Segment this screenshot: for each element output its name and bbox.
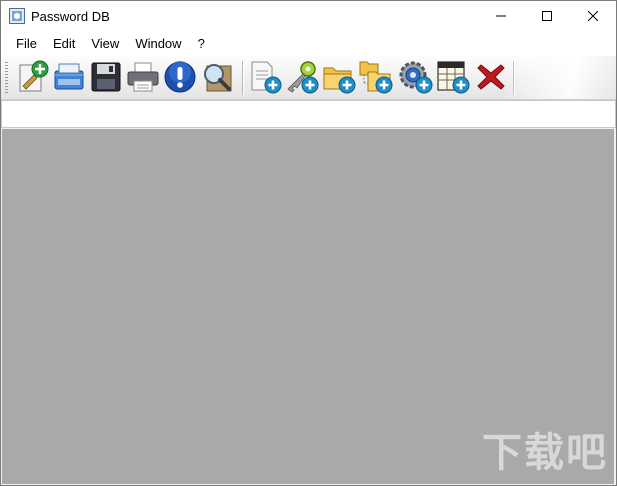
menu-help[interactable]: ? <box>190 31 213 56</box>
new-database-icon <box>19 60 49 92</box>
title-bar[interactable]: Password DB <box>1 1 616 31</box>
add-table-icon <box>437 61 470 94</box>
open-database-button[interactable] <box>51 59 87 95</box>
save-icon <box>91 62 121 92</box>
toolbar <box>1 56 616 100</box>
open-database-icon <box>54 63 84 90</box>
info-icon <box>164 61 196 93</box>
toolbar-gloss <box>506 56 616 99</box>
menu-bar: File Edit View Window ? <box>1 31 616 56</box>
minimize-icon <box>496 15 506 17</box>
save-button[interactable] <box>88 59 124 95</box>
database-app-icon <box>9 8 25 24</box>
add-entry-button[interactable] <box>247 59 283 95</box>
mdi-workspace[interactable]: 下载吧 <box>2 129 614 484</box>
add-settings-icon <box>399 61 433 94</box>
add-key-button[interactable] <box>284 59 320 95</box>
print-button[interactable] <box>125 59 161 95</box>
path-bar[interactable] <box>1 100 616 128</box>
delete-button[interactable] <box>473 59 509 95</box>
toolbar-grip[interactable] <box>5 62 8 94</box>
toolbar-separator <box>242 61 243 95</box>
menu-window[interactable]: Window <box>127 31 189 56</box>
app-window: Password DB File Edit View Window ? 下载吧 <box>0 0 617 486</box>
new-database-button[interactable] <box>14 59 50 95</box>
add-folder-icon <box>323 67 356 94</box>
add-table-button[interactable] <box>435 59 471 95</box>
add-subfolder-button[interactable] <box>358 59 394 95</box>
window-title: Password DB <box>31 8 110 24</box>
maximize-button[interactable] <box>524 1 570 31</box>
add-subfolder-icon <box>359 61 393 94</box>
add-settings-button[interactable] <box>398 59 434 95</box>
add-key-icon <box>287 61 319 94</box>
close-button[interactable] <box>570 1 616 31</box>
add-entry-icon <box>251 61 282 94</box>
add-folder-button[interactable] <box>321 59 357 95</box>
menu-edit[interactable]: Edit <box>45 31 83 56</box>
search-button[interactable] <box>199 59 235 95</box>
search-icon <box>204 64 232 92</box>
maximize-icon <box>542 11 552 21</box>
delete-icon <box>477 64 505 90</box>
print-icon <box>127 62 159 92</box>
minimize-button[interactable] <box>478 1 524 31</box>
close-icon <box>588 11 598 21</box>
watermark: 下载吧 <box>482 430 608 476</box>
info-button[interactable] <box>162 59 198 95</box>
menu-file[interactable]: File <box>8 31 45 56</box>
window-controls <box>478 1 616 31</box>
menu-view[interactable]: View <box>83 31 127 56</box>
